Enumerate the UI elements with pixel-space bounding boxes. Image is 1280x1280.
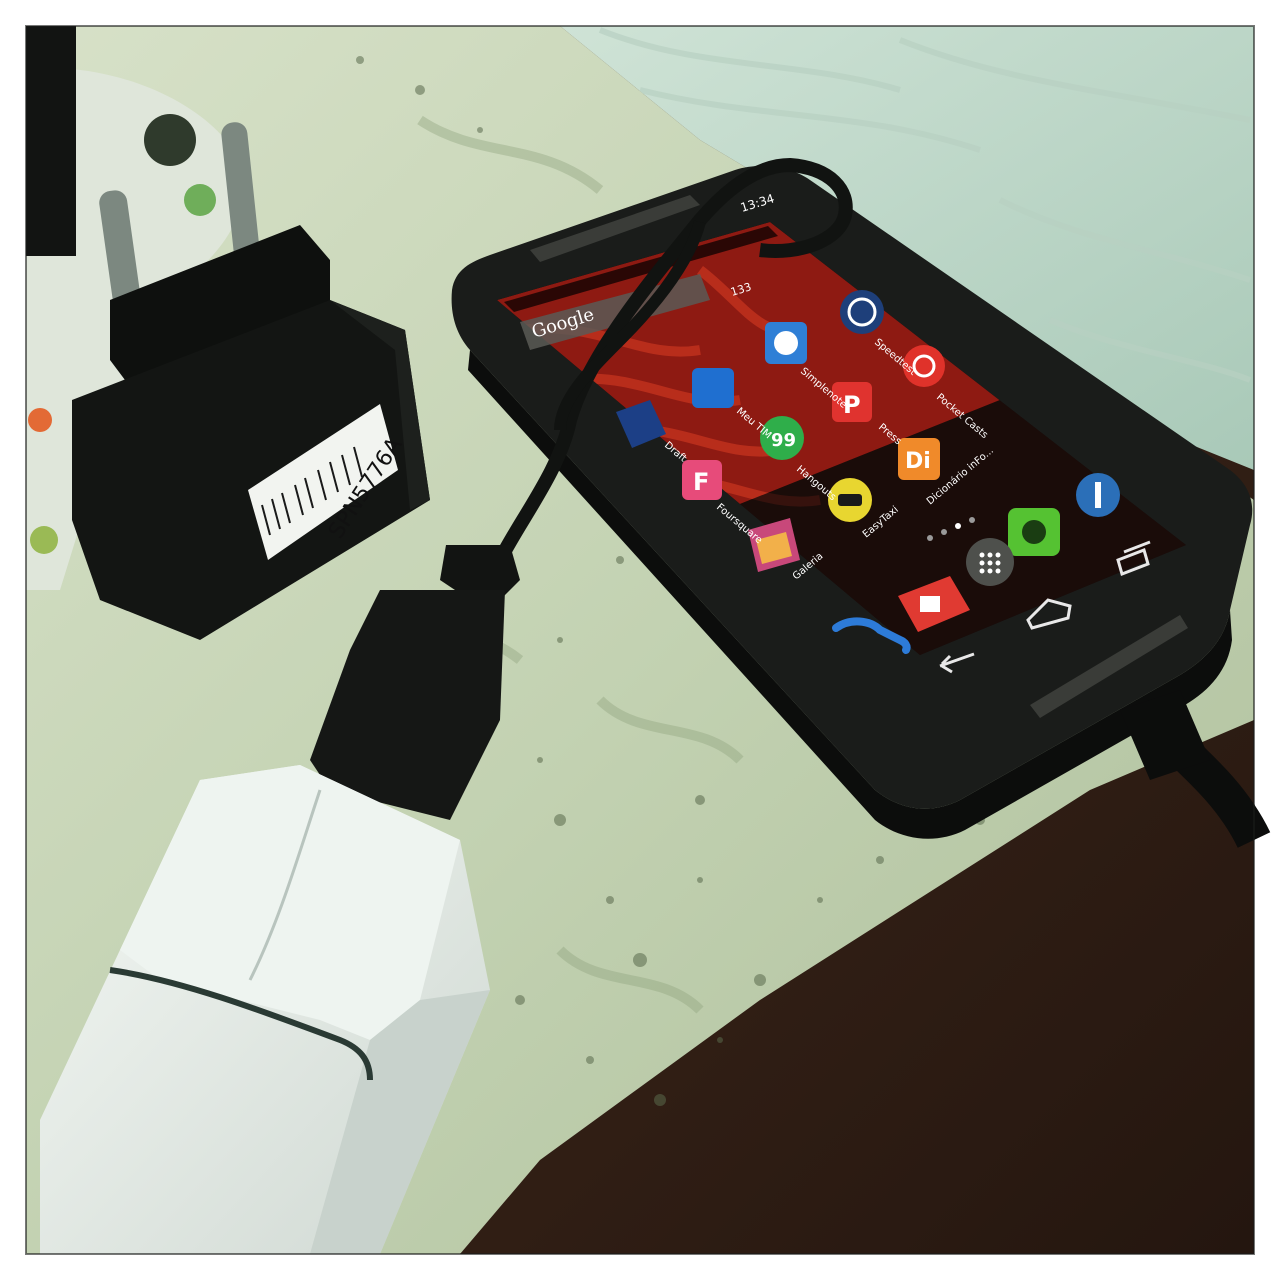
svg-text:Di: Di: [905, 449, 931, 474]
svg-text:F: F: [693, 468, 709, 496]
photo-scene: SPN5776A 13:34 133 Google P 99 F Di Spee…: [0, 0, 1280, 1280]
svg-text:99: 99: [771, 430, 796, 451]
evernote-icon[interactable]: [1008, 508, 1060, 556]
app-drawer-icon[interactable]: [966, 538, 1014, 586]
meu-tim-icon[interactable]: [692, 368, 734, 408]
foursquare-icon[interactable]: F: [682, 460, 722, 500]
easytaxi-icon[interactable]: [828, 478, 872, 522]
onepassword-icon[interactable]: [1076, 473, 1120, 517]
speedtest-icon[interactable]: [840, 290, 884, 334]
simplenote-icon[interactable]: [765, 322, 807, 364]
dicionario-icon[interactable]: Di: [898, 438, 940, 480]
